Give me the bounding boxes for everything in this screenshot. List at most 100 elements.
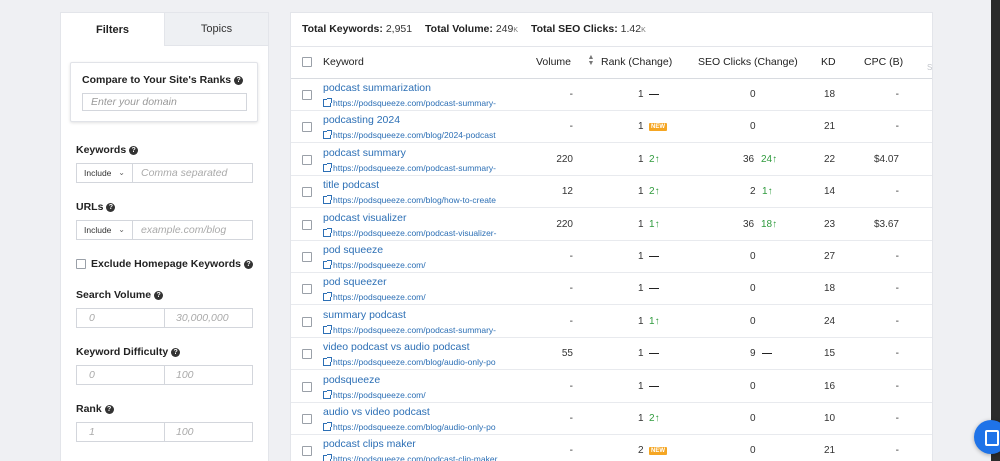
rank-change: — xyxy=(649,89,659,100)
search-volume-max-input[interactable]: 30,000,000 xyxy=(164,308,253,328)
help-icon[interactable]: ? xyxy=(171,348,181,357)
seo-clicks-value: 0 xyxy=(750,413,756,424)
help-icon[interactable]: ? xyxy=(234,76,244,85)
row-checkbox[interactable] xyxy=(302,414,312,424)
help-icon[interactable]: ? xyxy=(104,405,114,414)
table-row[interactable]: podcast clips maker https://podsqueeze.co… xyxy=(291,435,932,461)
keyword-link[interactable]: audio vs video podcast xyxy=(323,406,430,418)
rank-max-input[interactable]: 100 xyxy=(164,422,253,442)
kd-min-input[interactable]: 0 xyxy=(76,365,165,385)
table-row[interactable]: podsqueeze https://podsqueeze.com/ - 1 — 0 16 - xyxy=(291,371,932,403)
select-all-checkbox[interactable] xyxy=(302,57,312,67)
keyword-link[interactable]: podcasting 2024 xyxy=(323,114,400,126)
sort-icon[interactable]: ▲ ▼ xyxy=(587,54,595,67)
help-icon[interactable]: ? xyxy=(129,146,139,155)
col-seo-clicks[interactable]: SEO Clicks (Change) xyxy=(698,56,798,68)
rank-change: 2↑ xyxy=(649,153,660,165)
summary-totals: Total Keywords: 2,951 Total Volume: 249K… xyxy=(302,23,656,35)
keyword-link[interactable]: podcast visualizer xyxy=(323,212,406,224)
table-row[interactable]: title podcast https://podsqueeze.com/blog… xyxy=(291,176,932,209)
arrow-up-icon: ↑ xyxy=(772,153,778,165)
rank-min-input[interactable]: 1 xyxy=(76,422,165,442)
keyword-link[interactable]: title podcast xyxy=(323,179,379,191)
url-link[interactable]: https://podsqueeze.com/podcast-summary- xyxy=(323,324,505,335)
rank-change: NEW xyxy=(649,445,667,456)
keyword-link[interactable]: podcast summarization xyxy=(323,82,431,94)
urls-include-select[interactable]: Include ⌄ xyxy=(76,220,133,240)
cpc-value: - xyxy=(895,315,899,327)
rank-value: 1 xyxy=(638,153,644,165)
url-link[interactable]: https://podsqueeze.com/podcast-summary- xyxy=(323,98,505,108)
col-keyword[interactable]: Keyword xyxy=(323,56,364,68)
kd-value: 27 xyxy=(824,251,836,262)
kd-max-input[interactable]: 100 xyxy=(164,365,253,385)
rank-value: 1 xyxy=(638,251,644,262)
keyword-link[interactable]: pod squeeze xyxy=(323,244,383,256)
url-link[interactable]: https://podsqueeze.com/ xyxy=(323,389,505,400)
rank-change: — xyxy=(649,283,659,295)
url-link[interactable]: https://podsqueeze.com/blog/audio-only-p… xyxy=(323,357,505,367)
row-checkbox[interactable] xyxy=(302,349,312,360)
url-link[interactable]: https://podsqueeze.com/ xyxy=(323,292,505,302)
url-link[interactable]: https://podsqueeze.com/blog/how-to-creat… xyxy=(323,195,505,205)
exclude-homepage-checkbox[interactable] xyxy=(76,259,86,269)
row-checkbox[interactable] xyxy=(302,219,312,230)
row-checkbox[interactable] xyxy=(302,90,312,100)
url-link[interactable]: https://podsqueeze.com/podcast-summary- xyxy=(323,162,505,173)
keyword-link[interactable]: podcast summary xyxy=(323,147,406,159)
table-row[interactable]: podcasting 2024 https://podsqueeze.com/bl… xyxy=(291,111,932,144)
volume-value: 220 xyxy=(556,218,573,230)
table-row[interactable]: podcast summarization https://podsqueeze.… xyxy=(291,79,932,111)
row-checkbox[interactable] xyxy=(302,122,312,133)
row-checkbox[interactable] xyxy=(302,154,312,165)
col-cpc[interactable]: CPC (B) xyxy=(864,56,903,68)
col-volume[interactable]: Volume xyxy=(536,56,571,68)
keyword-link[interactable]: summary podcast xyxy=(323,309,406,321)
url-link[interactable]: https://podsqueeze.com/blog/audio-only-p… xyxy=(323,422,505,432)
url-link[interactable]: https://podsqueeze.com/podcast-clip-make… xyxy=(323,454,505,461)
table-row[interactable]: summary podcast https://podsqueeze.com/po… xyxy=(291,306,932,338)
table-row[interactable]: pod squeezer https://podsqueeze.com/ - 1 — 0 1… xyxy=(291,273,932,306)
col-kd[interactable]: KD xyxy=(821,56,836,68)
table-row[interactable]: video podcast vs audio podcast https://po… xyxy=(291,338,932,371)
row-checkbox[interactable] xyxy=(302,284,312,295)
keywords-include-select[interactable]: Include ⌄ xyxy=(76,163,133,183)
domain-input[interactable]: Enter your domain xyxy=(82,93,247,111)
arrow-up-icon: ↑ xyxy=(654,413,660,424)
table-row[interactable]: audio vs video podcast https://podsqueeze… xyxy=(291,403,932,435)
tab-topics[interactable]: Topics xyxy=(164,13,268,46)
rank-value: 2 xyxy=(638,445,644,457)
url-link[interactable]: https://podsqueeze.com/ xyxy=(323,260,505,270)
row-checkbox[interactable] xyxy=(302,446,312,457)
chat-icon[interactable] xyxy=(974,420,1000,454)
total-volume: Total Volume: 249K xyxy=(425,23,519,35)
keyword-link[interactable]: podcast clips maker xyxy=(323,438,416,450)
help-icon[interactable]: ? xyxy=(106,203,116,212)
table-row[interactable]: podcast visualizer https://podsqueeze.com… xyxy=(291,209,932,241)
external-link-icon xyxy=(323,292,332,302)
row-checkbox[interactable] xyxy=(302,316,312,327)
kd-value: 14 xyxy=(824,186,836,198)
keywords-input[interactable]: Comma separated xyxy=(132,163,253,183)
search-volume-min-input[interactable]: 0 xyxy=(76,308,165,328)
col-rank[interactable]: Rank (Change) xyxy=(601,56,672,68)
url-link[interactable]: https://podsqueeze.com/podcast-visualize… xyxy=(323,227,505,238)
urls-input[interactable]: example.com/blog xyxy=(132,220,253,240)
volume-value: - xyxy=(569,315,573,327)
row-checkbox[interactable] xyxy=(302,187,312,198)
tab-filters[interactable]: Filters xyxy=(61,13,164,46)
keyword-link[interactable]: pod squeezer xyxy=(323,276,387,288)
keyword-link[interactable]: podsqueeze xyxy=(323,374,380,386)
keyword-link[interactable]: video podcast vs audio podcast xyxy=(323,341,470,353)
help-icon[interactable]: ? xyxy=(154,291,164,300)
help-icon[interactable]: ? xyxy=(243,260,253,269)
row-checkbox[interactable] xyxy=(302,381,312,392)
table-row[interactable]: pod squeeze https://podsqueeze.com/ - 1 — 0 27… xyxy=(291,241,932,273)
row-checkbox[interactable] xyxy=(302,252,312,262)
seo-clicks-value: 0 xyxy=(750,251,756,262)
cpc-value: - xyxy=(895,251,899,262)
kd-value: 22 xyxy=(824,153,836,165)
rank-change: 1↑ xyxy=(649,315,660,327)
table-row[interactable]: podcast summary https://podsqueeze.com/po… xyxy=(291,144,932,176)
url-link[interactable]: https://podsqueeze.com/blog/2024-podcast xyxy=(323,130,505,140)
